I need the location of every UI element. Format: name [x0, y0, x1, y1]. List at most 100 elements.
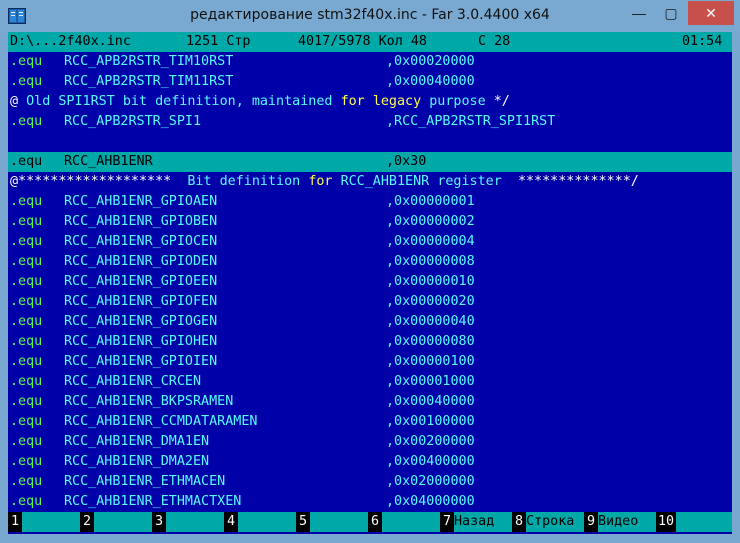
symbol-value: ,0x00000002	[386, 214, 475, 229]
editor-line[interactable]: .equ RCC_AHB1ENR_DMA2EN ,0x00400000	[8, 452, 732, 472]
symbol-name: RCC_AHB1ENR	[64, 154, 153, 169]
fkey-label: Назад	[454, 512, 512, 532]
directive: .equ	[10, 194, 43, 209]
directive: .equ	[10, 294, 43, 309]
symbol-value: ,0x00020000	[386, 54, 475, 69]
editor-line[interactable]: .equ RCC_AHB1ENR_GPIOCEN ,0x00000004	[8, 232, 732, 252]
editor-console[interactable]: D:\...2f40x.inc 1251 Стр 4017/5978 Кол 4…	[8, 32, 732, 534]
comment: @ Old SPI1RST bit definition, maintained…	[10, 94, 510, 109]
fkey-number: 2	[80, 512, 94, 532]
maximize-button[interactable]: ▢	[656, 1, 686, 25]
editor-status-bar: D:\...2f40x.inc 1251 Стр 4017/5978 Кол 4…	[8, 32, 732, 52]
editor-line[interactable]: .equ RCC_AHB1ENR_GPIOAEN ,0x00000001	[8, 192, 732, 212]
symbol-value: ,0x00000100	[386, 354, 475, 369]
symbol-name: RCC_AHB1ENR_GPIOGEN	[64, 314, 218, 329]
symbol-value: ,0x00000040	[386, 314, 475, 329]
fkey-8[interactable]: 8 Строка	[512, 512, 584, 532]
symbol-value: ,0x00200000	[386, 434, 475, 449]
symbol-value: ,0x02000000	[386, 474, 475, 489]
symbol-value: ,0x00400000	[386, 454, 475, 469]
editor-line[interactable]: .equ RCC_AHB1ENR_GPIOBEN ,0x00000002	[8, 212, 732, 232]
close-button[interactable]: ✕	[688, 1, 734, 25]
minimize-button[interactable]: —	[624, 1, 654, 25]
directive: .equ	[10, 434, 43, 449]
fkey-5[interactable]: 5	[296, 512, 368, 532]
symbol-name: RCC_AHB1ENR_ETHMACTXEN	[64, 494, 242, 509]
function-key-bar: 1 2 3 4 5 6 7 Назад 8 Строка 9 Видео 10	[8, 512, 732, 532]
editor-line[interactable]: @ Old SPI1RST bit definition, maintained…	[8, 92, 732, 112]
position-indicator: 4017/5978 Кол 48	[298, 34, 427, 49]
fkey-number: 6	[368, 512, 382, 532]
maximize-icon: ▢	[664, 4, 678, 21]
editor-line[interactable]: .equ RCC_AHB1ENR_CCMDATARAMEN ,0x00100000	[8, 412, 732, 432]
editor-line[interactable]: .equ RCC_AHB1ENR_ETHMACTXEN ,0x04000000	[8, 492, 732, 512]
directive: .equ	[10, 254, 43, 269]
directive: .equ	[10, 54, 43, 69]
editor-line[interactable]: .equ RCC_AHB1ENR_GPIOEEN ,0x00000010	[8, 272, 732, 292]
fkey-label	[382, 512, 440, 532]
editor-line[interactable]: .equ RCC_APB2RSTR_SPI1 ,RCC_APB2RSTR_SPI1R…	[8, 112, 732, 132]
symbol-name: RCC_AHB1ENR_CCMDATARAMEN	[64, 414, 258, 429]
symbol-name: RCC_AHB1ENR_GPIODEN	[64, 254, 218, 269]
editor-line[interactable]: @******************* Bit definition for …	[8, 172, 732, 192]
symbol-value: ,0x00000080	[386, 334, 475, 349]
fkey-9[interactable]: 9 Видео	[584, 512, 656, 532]
fkey-7[interactable]: 7 Назад	[440, 512, 512, 532]
fkey-2[interactable]: 2	[80, 512, 152, 532]
close-icon: ✕	[705, 4, 717, 21]
fkey-number: 3	[152, 512, 166, 532]
editor-line[interactable]: .equ RCC_APB2RSTR_TIM10RST ,0x00020000	[8, 52, 732, 72]
editor-line[interactable]	[8, 132, 732, 152]
fkey-label	[22, 512, 80, 532]
editor-line[interactable]: .equ RCC_AHB1ENR_CRCEN ,0x00001000	[8, 372, 732, 392]
directive: .equ	[10, 154, 43, 169]
fkey-label	[310, 512, 368, 532]
directive: .equ	[10, 374, 43, 389]
fkey-label	[166, 512, 224, 532]
editor-line[interactable]: .equ RCC_AHB1ENR_GPIOHEN ,0x00000080	[8, 332, 732, 352]
directive: .equ	[10, 314, 43, 329]
symbol-name: RCC_AHB1ENR_CRCEN	[64, 374, 202, 389]
editor-line[interactable]: .equ RCC_AHB1ENR_ETHMACEN ,0x02000000	[8, 472, 732, 492]
symbol-value: ,0x00001000	[386, 374, 475, 389]
symbol-value: ,0x30	[386, 154, 427, 169]
directive: .equ	[10, 74, 43, 89]
symbol-name: RCC_AHB1ENR_GPIOAEN	[64, 194, 218, 209]
editor-line[interactable]: .equ RCC_AHB1ENR_GPIOGEN ,0x00000040	[8, 312, 732, 332]
symbol-name: RCC_AHB1ENR_GPIOIEN	[64, 354, 218, 369]
editor-line[interactable]: .equ RCC_AHB1ENR_GPIODEN ,0x00000008	[8, 252, 732, 272]
fkey-label: Видео	[598, 512, 656, 532]
symbol-name: RCC_AHB1ENR_GPIOBEN	[64, 214, 218, 229]
fkey-1[interactable]: 1	[8, 512, 80, 532]
symbol-value: ,0x00000001	[386, 194, 475, 209]
editor-line[interactable]: .equ RCC_AHB1ENR_DMA1EN ,0x00200000	[8, 432, 732, 452]
fkey-10[interactable]: 10	[656, 512, 732, 532]
fkey-3[interactable]: 3	[152, 512, 224, 532]
symbol-name: RCC_AHB1ENR_GPIOEEN	[64, 274, 218, 289]
symbol-value: ,0x00000010	[386, 274, 475, 289]
editor-line[interactable]: .equ RCC_APB2RSTR_TIM11RST ,0x00040000	[8, 72, 732, 92]
editor-line[interactable]: .equ RCC_AHB1ENR_GPIOIEN ,0x00000100	[8, 352, 732, 372]
directive: .equ	[10, 334, 43, 349]
fkey-number: 8	[512, 512, 526, 532]
title-bar[interactable]: редактирование stm32f40x.inc - Far 3.0.4…	[0, 0, 740, 32]
file-path: D:\...2f40x.inc	[10, 34, 131, 49]
symbol-value: ,0x04000000	[386, 494, 475, 509]
fkey-label	[676, 512, 732, 532]
editor-line[interactable]: .equ RCC_AHB1ENR_BKPSRAMEN ,0x00040000	[8, 392, 732, 412]
editor-line[interactable]: .equ RCC_AHB1ENR_GPIOFEN ,0x00000020	[8, 292, 732, 312]
directive: .equ	[10, 494, 43, 509]
directive: .equ	[10, 354, 43, 369]
symbol-value: ,RCC_APB2RSTR_SPI1RST	[386, 114, 556, 129]
fkey-6[interactable]: 6	[368, 512, 440, 532]
comment: @******************* Bit definition for …	[10, 174, 639, 189]
directive: .equ	[10, 214, 43, 229]
fkey-number: 7	[440, 512, 454, 532]
fkey-label: Строка	[526, 512, 584, 532]
directive: .equ	[10, 454, 43, 469]
symbol-value: ,0x00000008	[386, 254, 475, 269]
fkey-number: 5	[296, 512, 310, 532]
editor-line-current[interactable]: .equ RCC_AHB1ENR ,0x30	[8, 152, 732, 172]
fkey-4[interactable]: 4	[224, 512, 296, 532]
symbol-value: ,0x00000020	[386, 294, 475, 309]
